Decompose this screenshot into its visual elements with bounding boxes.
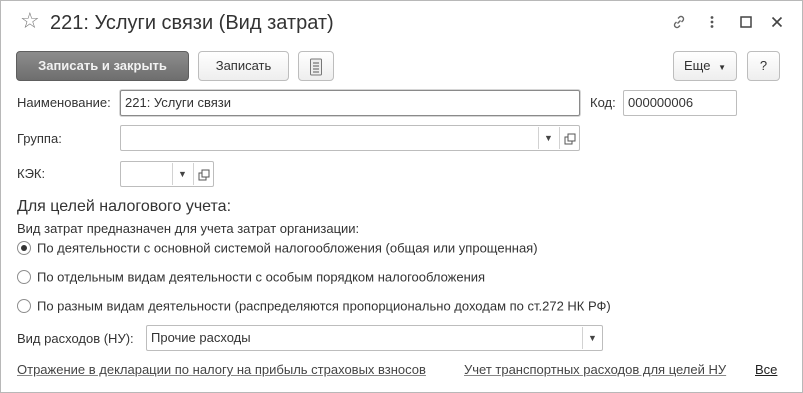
open-icon[interactable] (559, 127, 579, 149)
expense-type-value: Прочие расходы (151, 330, 251, 345)
document-list-button[interactable] (298, 51, 334, 81)
chevron-down-icon[interactable]: ▼ (538, 127, 558, 149)
more-label: Еще (684, 58, 711, 73)
group-field[interactable]: ▼ (120, 125, 580, 151)
save-button[interactable]: Записать (198, 51, 289, 81)
link-icon[interactable] (667, 10, 691, 34)
radio-option-proportional[interactable]: По разным видам деятельности (распределя… (17, 297, 611, 315)
radio-button[interactable] (17, 298, 31, 313)
expense-type-field[interactable]: Прочие расходы ▼ (146, 325, 603, 351)
link-transport-expenses[interactable]: Учет транспортных расходов для целей НУ (464, 362, 726, 378)
link-declaration-insurance[interactable]: Отражение в декларации по налогу на приб… (17, 362, 426, 378)
chevron-down-icon: ▼ (718, 63, 726, 72)
expense-type-label: Вид расходов (НУ): (17, 331, 134, 346)
name-field[interactable]: 221: Услуги связи (120, 90, 580, 116)
save-and-close-button[interactable]: Записать и закрыть (16, 51, 189, 81)
open-icon[interactable] (193, 163, 213, 185)
star-icon[interactable]: ☆ (20, 10, 42, 32)
form-window: ☆ 221: Услуги связи (Вид затрат) Записат… (0, 0, 803, 393)
radio-option-main-tax[interactable]: По деятельности с основной системой нало… (17, 239, 538, 257)
radio-button[interactable] (17, 240, 31, 255)
chevron-down-icon[interactable]: ▼ (172, 163, 192, 185)
more-button[interactable]: Еще ▼ (673, 51, 737, 81)
maximize-icon[interactable] (734, 10, 758, 34)
chevron-down-icon[interactable]: ▼ (582, 327, 602, 349)
window-title: 221: Услуги связи (Вид затрат) (50, 12, 334, 34)
tax-section-title: Для целей налогового учета: (17, 198, 232, 215)
more-vertical-icon[interactable] (700, 10, 724, 34)
radio-label: По разным видам деятельности (распределя… (37, 298, 611, 314)
radio-option-special-tax[interactable]: По отдельным видам деятельности с особым… (17, 268, 485, 286)
radio-label: По отдельным видам деятельности с особым… (37, 269, 486, 285)
kek-label: КЭК: (17, 166, 46, 181)
name-label: Наименование: (17, 95, 111, 110)
code-label: Код: (590, 95, 616, 110)
radio-label: По деятельности с основной системой нало… (37, 240, 538, 256)
tax-description: Вид затрат предназначен для учета затрат… (17, 221, 360, 236)
help-button[interactable]: ? (747, 51, 780, 81)
close-icon[interactable] (765, 10, 789, 34)
link-all[interactable]: Все (755, 362, 777, 378)
kek-field[interactable]: ▼ (120, 161, 214, 187)
document-list-icon (309, 58, 323, 76)
group-label: Группа: (17, 131, 62, 146)
radio-button[interactable] (17, 269, 31, 284)
code-field[interactable]: 000000006 (623, 90, 737, 116)
